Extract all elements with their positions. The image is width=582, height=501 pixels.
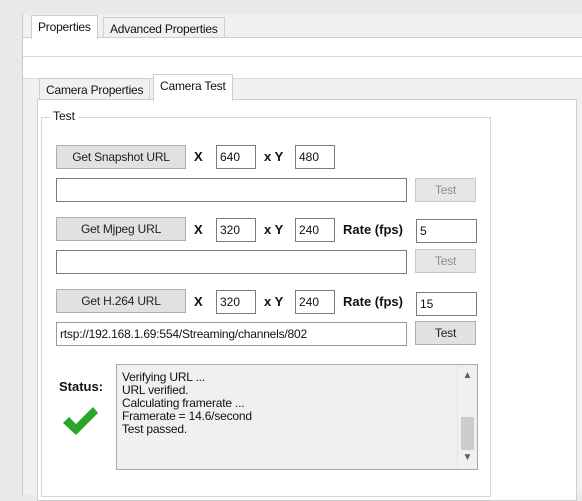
mjpeg-rate-input[interactable]: 5 [416,219,477,243]
status-line: Test passed. [122,422,187,436]
mjpeg-y-label: x Y [264,222,284,237]
mjpeg-url-field[interactable] [56,250,407,274]
h264-x-input[interactable]: 320 [216,290,256,314]
status-log-scrollbar[interactable]: ▲ ▼ [457,365,477,469]
snapshot-y-input[interactable]: 480 [295,145,335,169]
status-log-text: Verifying URL ... URL verified. Calculat… [122,371,252,436]
h264-rate-input[interactable]: 15 [416,292,477,316]
snapshot-x-label: X [194,149,203,164]
snapshot-test-button[interactable]: Test [415,178,476,202]
h264-y-input[interactable]: 240 [295,290,335,314]
h264-rate-label: Rate (fps) [343,294,403,309]
tab-properties[interactable]: Properties [31,15,98,39]
h264-y-label: x Y [264,294,284,309]
get-snapshot-url-button[interactable]: Get Snapshot URL [56,145,186,169]
snapshot-url-field[interactable] [56,178,407,202]
h264-url-field[interactable]: rtsp://192.168.1.69:554/Streaming/channe… [56,322,407,346]
status-label: Status: [59,379,104,394]
divider [23,56,582,57]
test-group-label: Test [50,109,79,123]
tab-advanced-properties[interactable]: Advanced Properties [103,17,225,39]
get-h264-url-button[interactable]: Get H.264 URL [56,289,186,313]
mjpeg-test-button[interactable]: Test [415,249,476,273]
tab-camera-properties[interactable]: Camera Properties [39,78,151,100]
mjpeg-x-label: X [194,222,203,237]
scroll-thumb[interactable] [461,417,474,450]
snapshot-y-label: x Y [264,149,284,164]
h264-test-button[interactable]: Test [415,321,476,345]
checkmark-shape [63,407,98,435]
snapshot-x-input[interactable]: 640 [216,145,256,169]
mjpeg-y-input[interactable]: 240 [295,218,335,242]
properties-window: Properties Advanced Properties Camera Pr… [22,14,582,501]
scroll-up-icon[interactable]: ▲ [461,369,474,383]
mjpeg-x-input[interactable]: 320 [216,218,256,242]
top-tab-panel [23,37,582,79]
status-log[interactable]: Verifying URL ... URL verified. Calculat… [116,364,478,470]
checkmark-icon [60,402,100,442]
scroll-down-icon[interactable]: ▼ [461,451,474,465]
get-mjpeg-url-button[interactable]: Get Mjpeg URL [56,217,186,241]
tab-camera-test[interactable]: Camera Test [153,74,233,101]
h264-x-label: X [194,294,203,309]
mjpeg-rate-label: Rate (fps) [343,222,403,237]
